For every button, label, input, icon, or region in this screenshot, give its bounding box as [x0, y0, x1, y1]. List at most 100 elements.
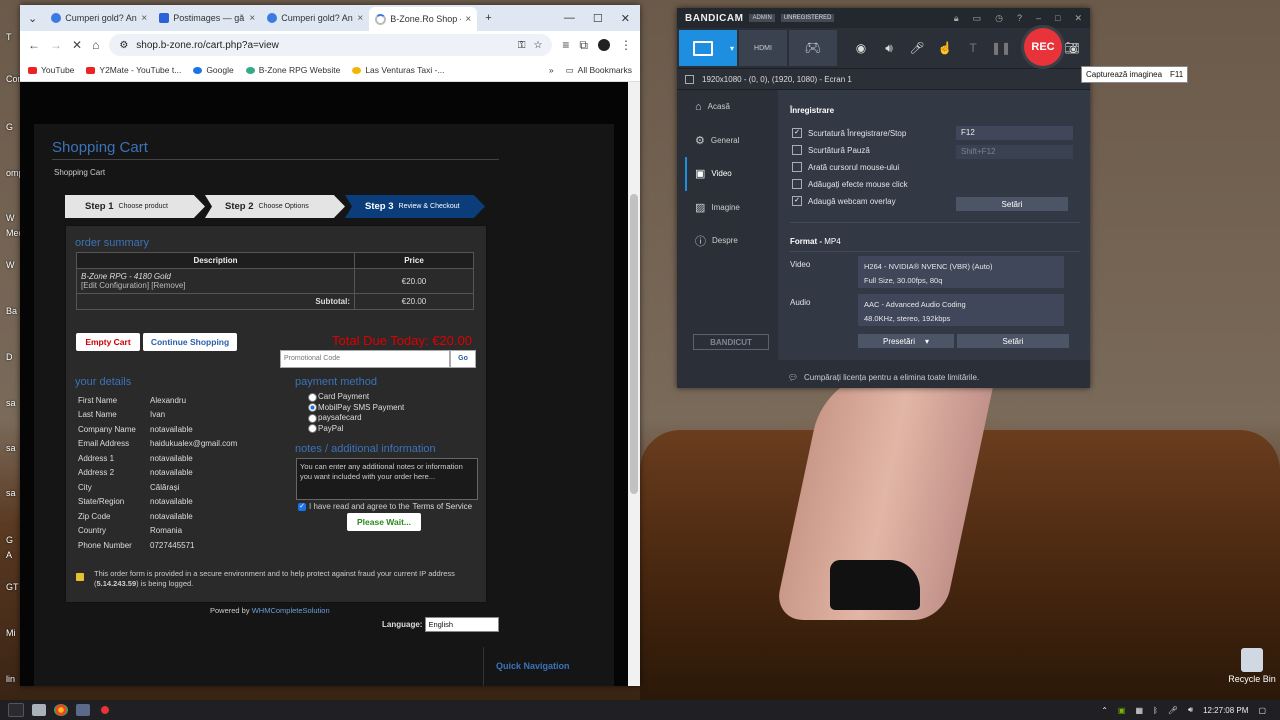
- game-mode-button[interactable]: 🎮︎: [789, 30, 837, 66]
- browser-tab[interactable]: Cumperi gold? An ×: [261, 8, 369, 28]
- go-button[interactable]: Go: [450, 350, 476, 368]
- desktop-icon-label[interactable]: GT: [6, 582, 19, 592]
- continue-shopping-button[interactable]: Continue Shopping: [143, 333, 237, 351]
- audio-codec-box[interactable]: AAC - Advanced Audio Coding 48.0KHz, ster…: [858, 294, 1064, 326]
- close-icon[interactable]: ×: [465, 14, 471, 25]
- settings-button[interactable]: Setări: [956, 197, 1068, 211]
- bookmark-bzone[interactable]: B-Zone RPG Website: [245, 65, 340, 75]
- option-checkbox[interactable]: [792, 179, 802, 189]
- bookmark-y2mate[interactable]: Y2Mate - YouTube t...: [86, 65, 181, 75]
- password-key-icon[interactable]: ⚿: [518, 40, 526, 51]
- record-option[interactable]: ✓ Adaugă webcam overlay: [792, 196, 896, 206]
- microphone-icon[interactable]: 🎤︎: [1168, 706, 1178, 715]
- pause-hotkey-field[interactable]: Shift+F12: [956, 145, 1073, 159]
- notes-textarea[interactable]: You can enter any additional notes or in…: [296, 458, 478, 500]
- help-icon[interactable]: ?: [1017, 13, 1022, 24]
- new-tab-button[interactable]: +: [477, 12, 499, 24]
- microphone-icon[interactable]: 🎤︎: [903, 41, 931, 55]
- close-icon[interactable]: ✕: [1074, 13, 1082, 24]
- camera-icon[interactable]: 📷︎: [1058, 41, 1086, 55]
- pause-icon[interactable]: ❚❚: [987, 41, 1015, 55]
- webcam-icon[interactable]: ◉: [847, 41, 875, 55]
- whmcs-link[interactable]: WHMCompleteSolution: [252, 606, 330, 615]
- presets-button[interactable]: Presetări ▾: [858, 334, 954, 348]
- bookmark-lvtaxi[interactable]: Las Venturas Taxi -...: [352, 65, 445, 75]
- payment-option[interactable]: paysafecard: [308, 413, 404, 424]
- screen-mode-button[interactable]: [679, 30, 727, 66]
- item-edit-remove-links[interactable]: [Edit Configuration] [Remove]: [81, 281, 186, 290]
- payment-radio[interactable]: [308, 392, 317, 402]
- option-checkbox[interactable]: ✓: [792, 128, 802, 138]
- search-icon[interactable]: [32, 704, 46, 716]
- stop-loading-icon[interactable]: ✕: [72, 38, 82, 52]
- desktop-icon-label[interactable]: sa: [6, 488, 16, 498]
- page-scrollbar[interactable]: [628, 82, 640, 686]
- payment-radio[interactable]: [308, 413, 317, 423]
- close-icon[interactable]: ×: [249, 13, 255, 24]
- record-option[interactable]: ✓ Scurtatură Înregistrare/Stop: [792, 128, 906, 138]
- license-footer[interactable]: 💬︎ Cumpărați licența pentru a elimina to…: [677, 366, 1090, 388]
- record-option[interactable]: Adăugați efecte mouse click: [792, 179, 908, 189]
- sidebar-item-video[interactable]: ▣ Video: [685, 157, 777, 191]
- extensions-icon[interactable]: ⧉: [579, 38, 588, 53]
- payment-option[interactable]: PayPal: [308, 424, 404, 435]
- record-option[interactable]: Scurtătură Pauză: [792, 145, 870, 155]
- desktop-icon-label[interactable]: sa: [6, 398, 16, 408]
- clock-icon[interactable]: ◷: [995, 13, 1003, 24]
- payment-option[interactable]: Card Payment: [308, 392, 404, 403]
- file-explorer-icon[interactable]: [76, 704, 90, 716]
- back-icon[interactable]: ←: [28, 38, 40, 52]
- scrollbar-thumb[interactable]: [630, 194, 638, 494]
- payment-radio[interactable]: [308, 403, 317, 413]
- tos-link[interactable]: Terms of Service: [413, 502, 473, 511]
- language-select[interactable]: English: [425, 617, 500, 632]
- desktop-icon-label[interactable]: G: [6, 122, 13, 132]
- close-icon[interactable]: ×: [357, 13, 363, 24]
- sidebar-item-home[interactable]: ⌂ Acasă: [685, 90, 777, 124]
- bookmark-google[interactable]: Google: [193, 65, 234, 75]
- desktop-icon-label[interactable]: W: [6, 260, 15, 270]
- option-checkbox[interactable]: [792, 162, 802, 172]
- start-icon[interactable]: [8, 703, 24, 717]
- profile-avatar[interactable]: [598, 39, 610, 51]
- bandicut-button[interactable]: BANDICUT: [693, 334, 769, 350]
- omnibox[interactable]: ⚙ shop.b-zone.ro/cart.php?a=view ⚿ ☆: [109, 34, 553, 56]
- payment-radio[interactable]: [308, 424, 317, 434]
- browser-tab[interactable]: Cumperi gold? An ×: [45, 8, 153, 28]
- sidebar-item-image[interactable]: ▨ Imagine: [685, 191, 777, 225]
- capture-area-icon[interactable]: [685, 74, 694, 84]
- desktop-icon-label[interactable]: D: [6, 352, 13, 362]
- screen-mode-dropdown-icon[interactable]: ▾: [727, 30, 737, 66]
- bandicam-taskbar-icon[interactable]: [98, 704, 112, 716]
- recycle-bin[interactable]: Recycle Bin: [1222, 648, 1280, 684]
- sidebar-item-about[interactable]: ⓘ Despre: [685, 224, 777, 258]
- minimize-icon[interactable]: —: [564, 12, 575, 25]
- lock-icon[interactable]: 🔒︎: [954, 13, 959, 24]
- desktop-icon-label[interactable]: W: [6, 213, 15, 223]
- volume-icon[interactable]: 🔊︎: [1188, 705, 1193, 715]
- chrome-icon[interactable]: [54, 704, 68, 716]
- folder-icon[interactable]: ▭: [973, 13, 982, 24]
- record-option[interactable]: Arată cursorul mouse-ului: [792, 162, 899, 172]
- video-codec-box[interactable]: H264 - NVIDIA® NVENC (VBR) (Auto) Full Si…: [858, 256, 1064, 288]
- sidebar-item-general[interactable]: ⚙ General: [685, 124, 777, 158]
- close-window-icon[interactable]: ✕: [621, 12, 630, 25]
- menu-icon[interactable]: ⋮: [620, 38, 632, 52]
- desktop-icon-label[interactable]: sa: [6, 443, 16, 453]
- more-bookmarks-icon[interactable]: »: [549, 65, 554, 75]
- notification-icon[interactable]: ▢: [1258, 706, 1266, 715]
- browser-tab[interactable]: Postimages — gă ×: [153, 8, 261, 28]
- option-checkbox[interactable]: ✓: [792, 196, 802, 206]
- chevron-up-icon[interactable]: ⌃: [1101, 706, 1108, 715]
- media-controls-icon[interactable]: ≡: [562, 38, 569, 52]
- all-bookmarks[interactable]: ▭ All Bookmarks: [566, 65, 632, 76]
- promo-code-input[interactable]: Promotional Code: [280, 350, 450, 368]
- tos-agreement[interactable]: ✓ I have read and agree to the Terms of …: [298, 502, 472, 511]
- empty-cart-button[interactable]: Empty Cart: [76, 333, 140, 351]
- desktop-icon-label[interactable]: A: [6, 550, 12, 560]
- desktop-icon-label[interactable]: Ba: [6, 306, 17, 316]
- desktop-icon-label[interactable]: G: [6, 535, 13, 545]
- maximize-icon[interactable]: ☐: [593, 12, 603, 25]
- quick-navigation[interactable]: Quick Navigation: [483, 647, 623, 686]
- rec-button[interactable]: REC: [1024, 28, 1062, 66]
